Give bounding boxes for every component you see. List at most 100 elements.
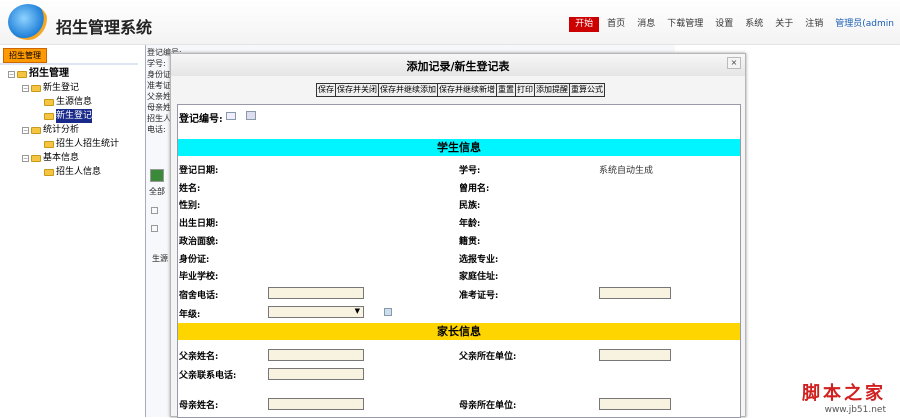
parent-section-header: 家长信息 (178, 323, 740, 340)
father-phone-label: 父亲联系电话: (179, 371, 237, 381)
field-label: 选报专业: (459, 255, 499, 265)
mother-unit-label: 母亲所在单位: (459, 401, 517, 411)
collapse-toggle-icon[interactable]: − (22, 84, 29, 92)
registration-form: 登记编号: 学生信息 系统自动生成 ▼ 家长信息 父亲姓名: 父亲所在单位: 父… (177, 104, 741, 418)
field-label: 曾用名: (459, 184, 490, 194)
tree-item-label: 基本信息 (43, 153, 80, 163)
grade-select[interactable]: ▼ (268, 306, 364, 318)
tree-item[interactable]: 生源信息 (8, 95, 119, 109)
watermark-name: 脚本之家 (802, 383, 886, 404)
toolbar-button[interactable]: 保存并继续新增 (437, 83, 497, 97)
field-label: 姓名: (179, 184, 201, 194)
top-nav: 开始 首页 消息 下载管理 设置 系统 关于 注销 管理员(admin (569, 17, 900, 32)
field-label: 籍贯: (459, 237, 481, 247)
exam-no-input[interactable] (599, 287, 671, 299)
row-checkbox[interactable] (151, 225, 158, 232)
watermark-url: www.jb51.net (824, 405, 886, 415)
row-checkbox[interactable] (151, 207, 158, 214)
folder-icon (17, 70, 27, 78)
collapse-toggle-icon[interactable]: − (22, 126, 29, 134)
father-name-label: 父亲姓名: (179, 352, 219, 362)
field-label: 性别: (179, 201, 201, 211)
toolbar-button[interactable]: 保存 (316, 83, 336, 97)
tree-item-label: 招生人信息 (56, 167, 102, 177)
folder-icon (44, 98, 54, 106)
user-link[interactable]: 管理员(admin (829, 17, 900, 32)
tree-item-label: 招生管理 (29, 68, 69, 79)
mother-unit-input[interactable] (599, 398, 671, 410)
tree-item-label: 新生登记 (43, 83, 80, 93)
refresh-icon[interactable] (150, 169, 164, 182)
father-phone-input[interactable] (268, 368, 364, 380)
nav-settings[interactable]: 设置 (709, 17, 739, 32)
sidebar-tree: − 招生管理 − 新生登记 生源信息 新生登记 − 统计分析 招生人招生统计 − 基本信息 招生人信息 (8, 67, 119, 179)
reg-no-label: 登记编号: (179, 114, 223, 125)
collapse-toggle-icon[interactable]: − (22, 154, 29, 162)
folder-icon (44, 140, 54, 148)
father-unit-input[interactable] (599, 349, 671, 361)
field-label: 出生日期: (179, 219, 219, 229)
table-icon[interactable] (226, 112, 236, 120)
toolbar-button[interactable]: 重算公式 (569, 83, 605, 97)
father-unit-label: 父亲所在单位: (459, 352, 517, 362)
folder-icon (44, 168, 54, 176)
tree-item-label: 新生登记 (56, 109, 93, 123)
student-no-value: 系统自动生成 (599, 166, 654, 176)
field-label: 身份证: (179, 255, 210, 265)
student-section-header: 学生信息 (178, 139, 740, 156)
dorm-phone-input[interactable] (268, 287, 364, 299)
nav-messages[interactable]: 消息 (631, 17, 661, 32)
field-label: 毕业学校: (179, 272, 219, 282)
bg-tab[interactable]: 生源 (152, 253, 168, 264)
nav-start[interactable]: 开始 (569, 17, 600, 32)
tree-item[interactable]: − 统计分析 (8, 123, 119, 137)
app-header: 招生管理系统 开始 首页 消息 下载管理 设置 系统 关于 注销 管理员(adm… (0, 0, 900, 45)
field-label: 准考证号: (459, 291, 499, 301)
app-logo-icon (8, 4, 48, 40)
mother-name-input[interactable] (268, 398, 364, 410)
toolbar-button[interactable]: 重置 (496, 83, 516, 97)
dialog-title: 添加记录/新生登记表 (406, 60, 510, 73)
add-record-dialog: 添加记录/新生登记表 × 保存 保存并关闭 保存并继续添加 保存并继续新增 重置 打印 添加… (170, 53, 746, 418)
tree-item[interactable]: 招生人招生统计 (8, 137, 119, 151)
nav-downloads[interactable]: 下载管理 (661, 17, 709, 32)
collapse-toggle-icon[interactable]: − (8, 70, 15, 78)
nav-logout[interactable]: 注销 (799, 17, 829, 32)
tree-item-label: 统计分析 (43, 125, 80, 135)
dialog-titlebar[interactable]: 添加记录/新生登记表 × (171, 54, 745, 76)
nav-home[interactable]: 首页 (601, 17, 631, 32)
sidebar-tab[interactable]: 招生管理 (3, 48, 47, 63)
toolbar-button[interactable]: 保存并继续添加 (378, 83, 438, 97)
field-label: 登记日期: (179, 166, 219, 176)
field-label: 年龄: (459, 219, 481, 229)
add-icon[interactable] (246, 111, 256, 120)
field-label: 民族: (459, 201, 481, 211)
tree-item-label: 生源信息 (56, 97, 93, 107)
toolbar-button[interactable]: 打印 (515, 83, 535, 97)
nav-system[interactable]: 系统 (739, 17, 769, 32)
toolbar-button[interactable]: 保存并关闭 (335, 83, 379, 97)
field-label: 政治面貌: (179, 237, 219, 247)
field-label: 学号: (459, 166, 481, 176)
dropdown-icon[interactable] (384, 308, 392, 316)
mother-name-label: 母亲姓名: (179, 401, 219, 411)
tree-item-label: 招生人招生统计 (56, 139, 120, 149)
tree-item[interactable]: − 基本信息 (8, 151, 119, 165)
close-icon[interactable]: × (727, 57, 741, 69)
folder-icon (44, 112, 54, 120)
divider (0, 63, 138, 65)
folder-icon (31, 126, 41, 134)
folder-icon (31, 154, 41, 162)
nav-about[interactable]: 关于 (769, 17, 799, 32)
field-label: 年级: (179, 310, 201, 320)
tree-item[interactable]: − 新生登记 (8, 81, 119, 95)
field-label: 宿舍电话: (179, 291, 219, 301)
father-name-input[interactable] (268, 349, 364, 361)
tree-item[interactable]: 新生登记 (8, 109, 119, 123)
tree-item[interactable]: − 招生管理 (8, 67, 119, 81)
app-title: 招生管理系统 (56, 18, 153, 37)
filter-all[interactable]: 全部 (149, 186, 165, 197)
watermark-logo: 脚本之家 www.jb51.net (802, 379, 886, 415)
tree-item[interactable]: 招生人信息 (8, 165, 119, 179)
toolbar-button[interactable]: 添加提醒 (534, 83, 570, 97)
